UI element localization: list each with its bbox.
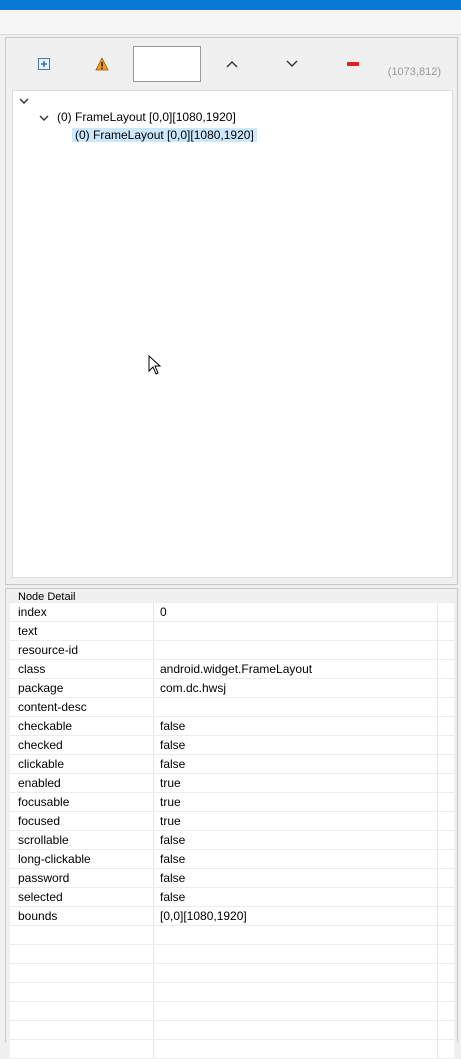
table-row[interactable]: enabled true — [10, 774, 454, 793]
property-value: false — [160, 738, 186, 752]
empty-row — [10, 1040, 454, 1059]
next-result-button[interactable] — [272, 48, 312, 80]
property-name: package — [18, 681, 64, 695]
node-detail-panel: Node Detail index 0 text resource-id clas… — [5, 588, 458, 1059]
property-name: resource-id — [18, 643, 79, 657]
property-value: false — [160, 890, 186, 904]
clear-search-button[interactable] — [333, 48, 373, 80]
toolbar: (1073,812) — [6, 38, 457, 90]
expand-all-button[interactable] — [24, 48, 64, 80]
table-row[interactable]: clickable false — [10, 755, 454, 774]
property-value: false — [160, 871, 186, 885]
table-row[interactable]: content-desc — [10, 698, 454, 717]
property-value: [0,0][1080,1920] — [160, 909, 247, 923]
property-name: selected — [18, 890, 63, 904]
property-name: bounds — [18, 909, 58, 923]
table-row[interactable]: index 0 — [10, 603, 454, 622]
property-value: false — [160, 852, 186, 866]
table-row[interactable]: long-clickable false — [10, 850, 454, 869]
property-value: true — [160, 795, 181, 809]
property-name: focusable — [18, 795, 70, 809]
property-name: checked — [18, 738, 63, 752]
property-value: true — [160, 814, 181, 828]
property-value: false — [160, 757, 186, 771]
node-detail-title: Node Detail — [16, 591, 78, 603]
tree-node-root[interactable]: (0) FrameLayout [0,0][1080,1920] — [37, 109, 236, 126]
empty-row — [10, 926, 454, 945]
hierarchy-panel: (1073,812) (0) FrameLayout [0,0][1080,19… — [5, 37, 458, 585]
property-name: focused — [18, 814, 61, 828]
tree-node-child[interactable]: (0) FrameLayout [0,0][1080,1920] — [72, 127, 257, 144]
chevron-down-icon[interactable] — [37, 111, 51, 125]
table-row[interactable]: checkable false — [10, 717, 454, 736]
property-name: enabled — [18, 776, 61, 790]
property-name: checkable — [18, 719, 73, 733]
property-value: false — [160, 833, 186, 847]
property-name: scrollable — [18, 833, 69, 847]
chevron-up-icon — [226, 61, 238, 68]
tree-node-label: (0) FrameLayout [0,0][1080,1920] — [57, 110, 236, 124]
property-name: text — [18, 624, 38, 638]
property-name: index — [18, 605, 47, 619]
minus-icon — [347, 62, 359, 66]
empty-row — [10, 1021, 454, 1040]
property-value: android.widget.FrameLayout — [160, 662, 313, 676]
search-input[interactable] — [133, 46, 201, 82]
table-row[interactable]: resource-id — [10, 641, 454, 660]
table-row[interactable]: selected false — [10, 888, 454, 907]
cursor-coordinates: (1073,812) — [387, 66, 441, 78]
property-value — [160, 641, 430, 659]
property-value: com.dc.hwsj — [160, 681, 227, 695]
node-detail-table: index 0 text resource-id class android.wid… — [10, 603, 454, 1059]
property-value: true — [160, 776, 181, 790]
previous-result-button[interactable] — [212, 48, 252, 80]
empty-row — [10, 945, 454, 964]
table-row[interactable]: focused true — [10, 812, 454, 831]
table-row[interactable]: checked false — [10, 736, 454, 755]
tree-node-label: (0) FrameLayout [0,0][1080,1920] — [72, 128, 257, 142]
hierarchy-tree[interactable]: (0) FrameLayout [0,0][1080,1920] (0) Fra… — [12, 90, 453, 578]
table-row[interactable]: text — [10, 622, 454, 641]
property-value — [160, 622, 430, 640]
table-row[interactable]: package com.dc.hwsj — [10, 679, 454, 698]
property-name: class — [18, 662, 46, 676]
empty-row — [10, 1002, 454, 1021]
table-row[interactable]: password false — [10, 869, 454, 888]
table-row[interactable]: class android.widget.FrameLayout — [10, 660, 454, 679]
chevron-down-icon — [286, 60, 298, 67]
mouse-cursor-icon — [148, 355, 162, 375]
property-value — [160, 698, 430, 716]
empty-row — [10, 983, 454, 1002]
top-strip — [0, 10, 461, 35]
empty-row — [10, 964, 454, 983]
warning-icon — [95, 57, 109, 71]
property-name: long-clickable — [18, 852, 91, 866]
table-row[interactable]: bounds [0,0][1080,1920] — [10, 907, 454, 926]
table-row[interactable]: scrollable false — [10, 831, 454, 850]
property-value: 0 — [160, 605, 167, 619]
expand-all-icon — [38, 58, 50, 70]
property-name: content-desc — [18, 700, 87, 714]
table-row[interactable]: focusable true — [10, 793, 454, 812]
property-value: false — [160, 719, 186, 733]
property-name: clickable — [18, 757, 65, 771]
chevron-down-icon[interactable] — [17, 94, 31, 108]
property-name: password — [18, 871, 70, 885]
window-title-bar — [0, 0, 461, 10]
toggle-nafs-button[interactable] — [82, 48, 122, 80]
